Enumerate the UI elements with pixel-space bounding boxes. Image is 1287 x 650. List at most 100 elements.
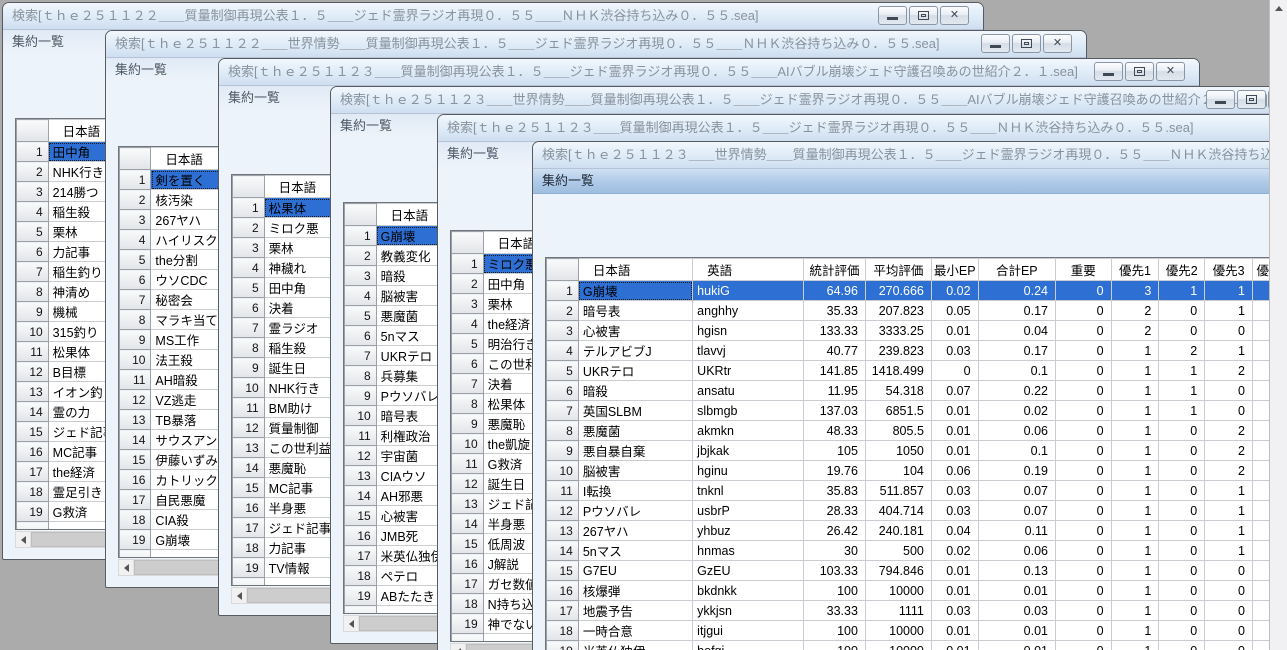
- value-cell[interactable]: 0: [1159, 421, 1205, 441]
- value-cell[interactable]: 3333.25: [865, 321, 931, 341]
- row-number-cell[interactable]: 16: [452, 554, 484, 574]
- value-cell[interactable]: 0: [1159, 521, 1205, 541]
- row-number-cell[interactable]: 14: [452, 514, 484, 534]
- row-number-cell[interactable]: 19: [233, 558, 265, 578]
- value-cell[interactable]: 1: [1111, 561, 1159, 581]
- japanese-cell[interactable]: 英国SLBM: [578, 401, 692, 421]
- row-number-cell[interactable]: 13: [345, 466, 377, 486]
- window-titlebar[interactable]: 検索[ｔｈｅ２５１１２３＿＿世界情勢＿＿質量制御再現公表１．５＿＿ジェド霊界ラジ…: [331, 87, 1287, 114]
- row-number-cell[interactable]: 7: [233, 318, 265, 338]
- row-number-cell[interactable]: 17: [345, 546, 377, 566]
- row-number-cell[interactable]: 12: [233, 418, 265, 438]
- row-number-cell[interactable]: 3: [452, 294, 484, 314]
- value-cell[interactable]: 103.33: [804, 561, 866, 581]
- value-cell[interactable]: 0: [1056, 381, 1112, 401]
- row-number-cell[interactable]: 6: [452, 354, 484, 374]
- row-number-cell[interactable]: 10: [17, 322, 49, 342]
- value-cell[interactable]: 1: [1111, 581, 1159, 601]
- value-cell[interactable]: 0.02: [978, 401, 1055, 421]
- row-number-cell[interactable]: 19: [17, 502, 49, 522]
- value-cell[interactable]: 0: [1056, 301, 1112, 321]
- value-cell[interactable]: 0: [1159, 461, 1205, 481]
- value-cell[interactable]: 0: [1159, 641, 1205, 650]
- row-number-cell[interactable]: 13: [547, 521, 579, 541]
- row-number-cell[interactable]: 14: [120, 430, 151, 450]
- row-number-cell[interactable]: 5: [345, 306, 377, 326]
- value-cell[interactable]: 1050: [865, 441, 931, 461]
- row-number-cell[interactable]: 5: [233, 278, 265, 298]
- value-cell[interactable]: 0: [1056, 461, 1112, 481]
- row-number-cell[interactable]: 15: [233, 478, 265, 498]
- minimize-button[interactable]: [981, 34, 1010, 53]
- row-number-cell[interactable]: 13: [233, 438, 265, 458]
- value-cell[interactable]: 1: [1111, 621, 1159, 641]
- row-number-cell[interactable]: 15: [17, 422, 49, 442]
- value-cell[interactable]: 0.03: [931, 481, 978, 501]
- row-number-cell[interactable]: 14: [547, 541, 579, 561]
- value-cell[interactable]: 0: [1205, 581, 1253, 601]
- value-cell[interactable]: 0.24: [978, 281, 1055, 301]
- value-cell[interactable]: 0: [1056, 281, 1112, 301]
- horizontal-scrollbar-thumb[interactable]: [247, 588, 339, 603]
- column-header[interactable]: 統計評価: [804, 259, 866, 281]
- value-cell[interactable]: 1: [1111, 541, 1159, 561]
- row-number-cell[interactable]: 18: [17, 482, 49, 502]
- row-number-cell[interactable]: 1: [17, 142, 49, 162]
- value-cell[interactable]: 10000: [865, 641, 931, 650]
- row-number-cell[interactable]: 10: [120, 350, 151, 370]
- row-number-cell[interactable]: 11: [120, 370, 151, 390]
- japanese-cell[interactable]: 脳被害: [578, 461, 692, 481]
- japanese-cell[interactable]: 一時合意: [578, 621, 692, 641]
- japanese-cell[interactable]: G崩壊: [578, 281, 692, 301]
- row-number-cell[interactable]: 18: [452, 594, 484, 614]
- value-cell[interactable]: 33.33: [804, 601, 866, 621]
- window-titlebar[interactable]: 検索[ｔｈｅ２５１１２３＿＿世界情勢＿＿質量制御再現公表１．５＿＿ジェド霊界ラジ…: [533, 142, 1287, 169]
- row-number-cell[interactable]: 15: [345, 506, 377, 526]
- row-number-cell[interactable]: 11: [452, 454, 484, 474]
- value-cell[interactable]: 0: [1205, 601, 1253, 621]
- value-cell[interactable]: 0.03: [931, 601, 978, 621]
- value-cell[interactable]: 40.77: [804, 341, 866, 361]
- value-cell[interactable]: 0.02: [931, 281, 978, 301]
- row-number-cell[interactable]: 4: [452, 314, 484, 334]
- row-number-cell[interactable]: 17: [452, 574, 484, 594]
- row-number-cell[interactable]: 13: [452, 494, 484, 514]
- row-number-cell[interactable]: 1: [547, 281, 579, 301]
- value-cell[interactable]: 0: [1056, 581, 1112, 601]
- value-cell[interactable]: 2: [1205, 361, 1253, 381]
- value-cell[interactable]: 0.1: [978, 441, 1055, 461]
- grid-corner-cell[interactable]: [17, 120, 49, 142]
- row-number-cell[interactable]: 12: [345, 446, 377, 466]
- row-number-cell[interactable]: 16: [17, 442, 49, 462]
- value-cell[interactable]: 0: [1159, 481, 1205, 501]
- value-cell[interactable]: 0.05: [931, 301, 978, 321]
- row-number-cell[interactable]: 19: [452, 614, 484, 634]
- value-cell[interactable]: 137.03: [804, 401, 866, 421]
- value-cell[interactable]: 1: [1111, 501, 1159, 521]
- row-number-cell[interactable]: 2: [17, 162, 49, 182]
- row-number-cell[interactable]: 17: [547, 601, 579, 621]
- value-cell[interactable]: 1418.499: [865, 361, 931, 381]
- value-cell[interactable]: 0: [931, 361, 978, 381]
- row-number-cell[interactable]: 13: [17, 382, 49, 402]
- value-cell[interactable]: 207.823: [865, 301, 931, 321]
- japanese-cell[interactable]: 暗殺: [578, 381, 692, 401]
- row-number-cell[interactable]: 18: [547, 621, 579, 641]
- grid-corner-cell[interactable]: [345, 204, 377, 226]
- row-number-cell[interactable]: 4: [547, 341, 579, 361]
- row-number-cell[interactable]: 8: [452, 394, 484, 414]
- horizontal-scrollbar-thumb[interactable]: [134, 560, 226, 575]
- row-number-cell[interactable]: 14: [233, 458, 265, 478]
- row-number-cell[interactable]: 2: [233, 218, 265, 238]
- value-cell[interactable]: 0: [1056, 541, 1112, 561]
- row-number-cell[interactable]: 5: [452, 334, 484, 354]
- value-cell[interactable]: 0.02: [931, 541, 978, 561]
- grid-corner-cell[interactable]: [233, 176, 265, 198]
- english-cell[interactable]: hukiG: [693, 281, 804, 301]
- value-cell[interactable]: 0.01: [931, 441, 978, 461]
- row-number-cell[interactable]: 10: [233, 378, 265, 398]
- value-cell[interactable]: 0: [1056, 321, 1112, 341]
- value-cell[interactable]: 2: [1111, 321, 1159, 341]
- grid-corner-cell[interactable]: [452, 232, 484, 254]
- english-cell[interactable]: usbrP: [693, 501, 804, 521]
